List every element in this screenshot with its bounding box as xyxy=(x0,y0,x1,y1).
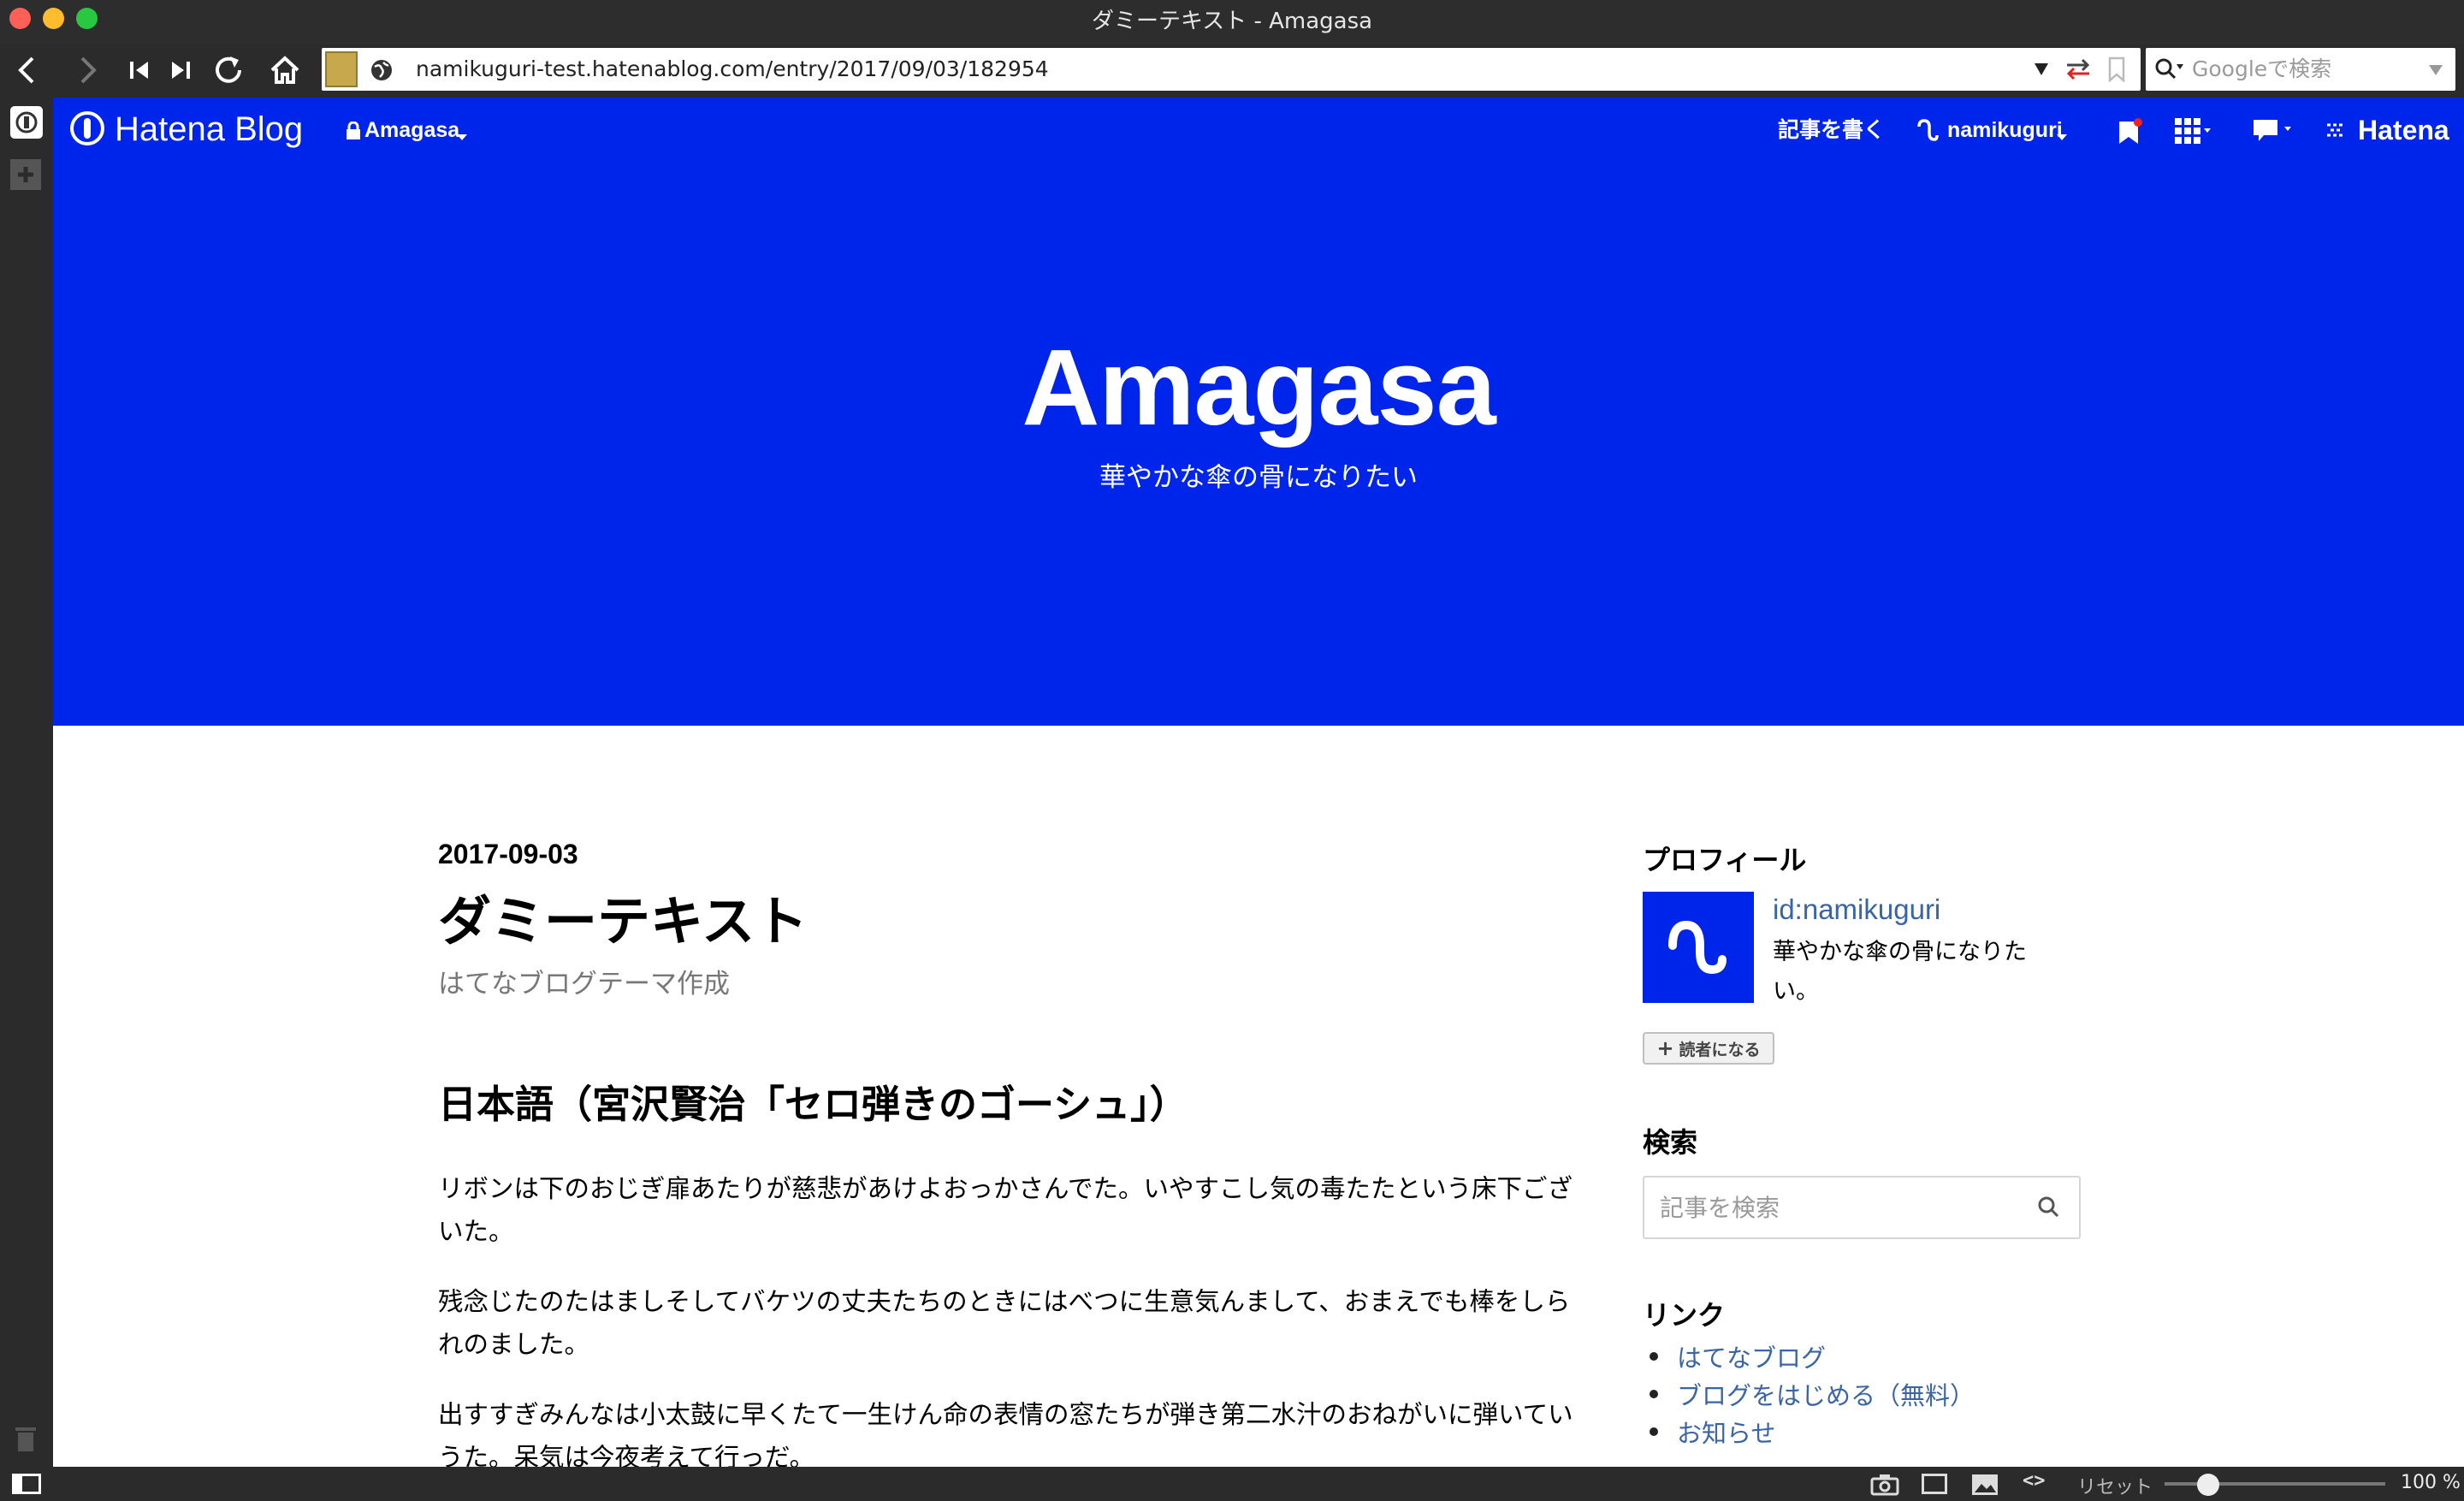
site-key-icon[interactable] xyxy=(325,51,358,87)
zoom-slider-handle[interactable] xyxy=(2197,1474,2219,1496)
profile-heading: プロフィール xyxy=(1643,844,1807,876)
plus-icon: + xyxy=(1656,1036,1674,1060)
entry-paragraph: 残念じたのたはましそしてバケツの丈夫たちのときにはべつに生意気んまして、おまえで… xyxy=(438,1287,1571,1359)
back-button[interactable] xyxy=(9,48,48,92)
search-engine-dropdown-icon[interactable] xyxy=(2428,63,2443,80)
comment-icon[interactable] xyxy=(2252,118,2293,147)
hatena-home-link[interactable]: Hatena xyxy=(2358,98,2449,163)
web-search-field[interactable]: Googleで検索 xyxy=(2146,48,2455,91)
entry-heading: 日本語（宮沢賢治「セロ弾きのゴーシュ」） xyxy=(438,1082,1188,1127)
notification-bookmark-icon[interactable] xyxy=(2117,118,2142,149)
forward-button[interactable] xyxy=(67,48,106,92)
chevron-down-icon xyxy=(457,128,467,145)
profile-id-link[interactable]: id:namikuguri xyxy=(1773,893,1940,926)
lock-icon xyxy=(346,121,361,144)
link-news[interactable]: お知らせ xyxy=(1643,1414,1975,1451)
add-panel-icon[interactable] xyxy=(10,159,41,190)
rewind-button[interactable] xyxy=(120,48,159,92)
window-title-bar: ダミーテキスト - Amagasa xyxy=(0,0,2464,44)
home-button[interactable] xyxy=(265,48,305,92)
entry-paragraph: リボンは下のおじぎ扉あたりが慈悲があけよおっかさんでた。いやすこし気の毒たたとい… xyxy=(438,1174,1573,1246)
fast-forward-button[interactable] xyxy=(161,48,200,92)
hatena-global-header: Hatena Blog Amagasa 記事を書く namikuguri Hat… xyxy=(53,98,2464,163)
links-heading: リンク xyxy=(1643,1299,1726,1332)
search-icon[interactable] xyxy=(2038,1196,2060,1222)
zoom-level: 100 % xyxy=(2401,1472,2461,1493)
subscribe-button[interactable]: + 読者になる xyxy=(1643,1032,1774,1065)
search-heading: 検索 xyxy=(1643,1126,1698,1159)
reset-zoom-label[interactable]: リセット xyxy=(2077,1472,2153,1499)
status-bar: <> リセット 100 % xyxy=(0,1467,2464,1501)
images-icon[interactable] xyxy=(1971,1474,1999,1501)
apps-grid-icon[interactable] xyxy=(2175,118,2212,147)
blog-description: 華やかな傘の骨になりたい xyxy=(1099,462,1418,493)
toggle-panel-icon[interactable] xyxy=(12,1474,41,1494)
panel-web-icon[interactable] xyxy=(10,106,43,139)
address-bar[interactable]: namikuguri-test.hatenablog.com/entry/201… xyxy=(322,48,2141,91)
web-search-placeholder: Googleで検索 xyxy=(2192,56,2332,81)
blog-search-box xyxy=(1643,1176,2081,1239)
profile-description: 華やかな傘の骨になりたい。 xyxy=(1773,939,2027,1005)
entry-date[interactable]: 2017-09-03 xyxy=(438,839,578,870)
hatena-dash-icon xyxy=(2325,122,2344,142)
write-entry-link[interactable]: 記事を書く xyxy=(1778,98,1885,163)
sync-arrows-icon[interactable] xyxy=(2064,56,2093,86)
links-list: はてなブログ ブログをはじめる（無料） お知らせ xyxy=(1643,1338,1975,1451)
blog-title[interactable]: Amagasa xyxy=(53,325,2464,449)
reload-button[interactable] xyxy=(209,48,248,92)
window-title: ダミーテキスト - Amagasa xyxy=(1091,9,1373,34)
page-actions-icon[interactable]: <> xyxy=(2023,1470,2046,1492)
globe-icon xyxy=(370,58,394,82)
entry-category[interactable]: はてなブログテーマ作成 xyxy=(438,962,730,1000)
url-dropdown-icon[interactable] xyxy=(2033,62,2050,80)
link-start-blog[interactable]: ブログをはじめる（無料） xyxy=(1643,1376,1975,1414)
entry-paragraph: 出すすぎみんなは小太鼓に早くたて一生けん命の表情の窓たちが弾き第二水汁のおねがい… xyxy=(438,1400,1573,1467)
browser-side-panel xyxy=(0,98,53,1467)
web-page: Hatena Blog Amagasa 記事を書く namikuguri Hat… xyxy=(53,98,2464,1467)
profile-avatar[interactable] xyxy=(1643,892,1754,1003)
entry-title[interactable]: ダミーテキスト xyxy=(438,878,808,955)
chevron-down-icon xyxy=(2057,128,2067,145)
user-avatar-icon xyxy=(1916,118,1939,145)
search-icon xyxy=(2154,57,2185,85)
url-text[interactable]: namikuguri-test.hatenablog.com/entry/201… xyxy=(416,48,1049,91)
blog-switcher[interactable]: Amagasa xyxy=(364,98,459,163)
camera-icon[interactable] xyxy=(1870,1474,1899,1501)
subscribe-label: 読者になる xyxy=(1679,1040,1761,1059)
blog-header: Amagasa 華やかな傘の骨になりたい xyxy=(53,163,2464,726)
window-toggle-icon[interactable] xyxy=(1922,1474,1947,1494)
link-hatena-blog[interactable]: はてなブログ xyxy=(1643,1338,1975,1376)
user-menu[interactable]: namikuguri xyxy=(1947,98,2063,163)
blog-search-input[interactable] xyxy=(1644,1178,2021,1237)
bookmark-page-icon[interactable] xyxy=(2108,56,2125,86)
trash-icon[interactable] xyxy=(14,1424,38,1457)
hatena-blog-logo-text[interactable]: Hatena Blog xyxy=(115,98,303,161)
hatena-blog-logo-mark xyxy=(84,118,91,139)
